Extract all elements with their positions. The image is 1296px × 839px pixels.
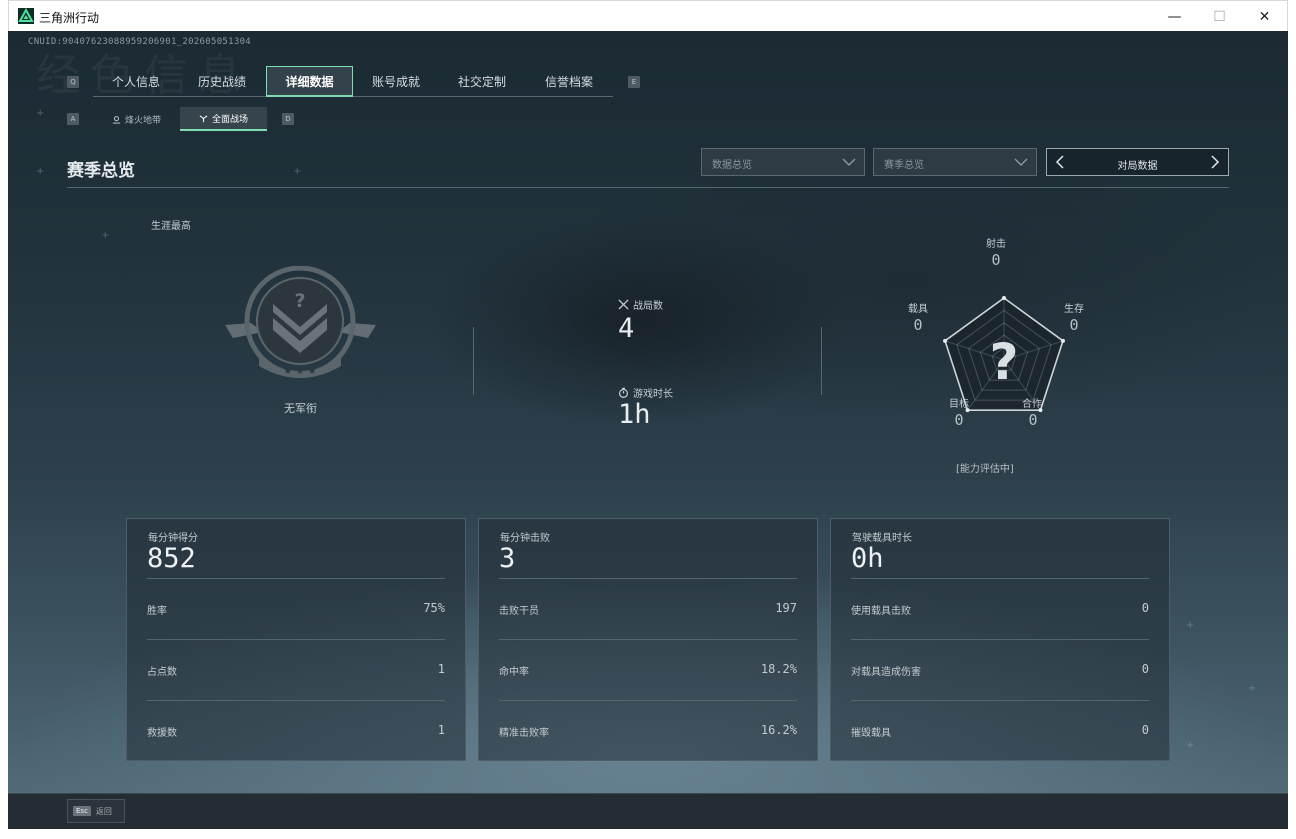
card-row-value: 1: [437, 662, 445, 676]
card-title: 驾驶载具时长: [852, 533, 912, 544]
card-main-value: 852: [147, 543, 196, 574]
game-viewport: 经色信息 CNUID:9040762308895920690​1_2026050…: [8, 31, 1288, 829]
card-row-label: 精准击败率: [499, 728, 549, 739]
card-row-label: 命中率: [499, 667, 529, 678]
card-divider: [147, 700, 445, 701]
radar-value-vehicle: 0: [913, 316, 923, 334]
minimize-button[interactable]: —: [1152, 1, 1197, 32]
card-row-label: 占点数: [147, 667, 177, 678]
card-row-label: 摧毁载具: [851, 728, 891, 739]
radar-vertex-dot: [1060, 338, 1065, 343]
maximize-button[interactable]: ☐: [1197, 1, 1242, 32]
radar-value-objective: 0: [954, 411, 964, 429]
card-divider: [851, 700, 1149, 701]
radar-unknown-mark: ?: [989, 333, 1018, 391]
radar-label-objective: 目标: [949, 399, 969, 410]
radar-label-shooting: 射击: [986, 239, 1006, 250]
app-logo-icon: [18, 8, 34, 24]
ability-eval-note: [能力评估中]: [956, 464, 1014, 475]
card-divider: [499, 639, 797, 640]
card-divider: [147, 578, 445, 579]
card-row-value: 197: [775, 601, 797, 615]
card-divider: [851, 578, 1149, 579]
card-row-label: 使用载具击败: [851, 606, 911, 617]
back-label: 返回: [95, 806, 112, 816]
back-button[interactable]: Esc 返回: [67, 799, 125, 823]
card-title: 每分钟得分: [148, 533, 198, 544]
card-row-value: 1: [437, 723, 445, 737]
card-divider: [499, 578, 797, 579]
esc-key-hint: Esc: [73, 806, 91, 816]
card-title: 每分钟击败: [500, 533, 550, 544]
card-row-label: 胜率: [147, 606, 167, 617]
radar-label-survival: 生存: [1064, 304, 1084, 315]
stat-card-kills: 每分钟击败 3 击败干员 197 命中率 18.2% 精准击败率 16.2%: [478, 518, 818, 761]
card-row-value: 0: [1141, 723, 1149, 737]
window-title: 三角洲行动: [39, 11, 100, 25]
radar-vertex-dot: [943, 338, 948, 343]
stat-card-vehicle: 驾驶载具时长 0h 使用载具击败 0 对载具造成伤害 0 摧毁载具 0: [830, 518, 1170, 761]
radar-label-vehicle: 载具: [908, 304, 928, 315]
radar-value-shooting: 0: [991, 251, 1001, 269]
card-row-label: 救援数: [147, 728, 177, 739]
card-divider: [499, 700, 797, 701]
radar-value-survival: 0: [1069, 316, 1079, 334]
card-row-value: 75%: [423, 601, 445, 615]
card-row-value: 18.2%: [760, 662, 797, 676]
window-titlebar[interactable]: 三角洲行动 — ☐ ✕: [8, 0, 1288, 31]
stat-card-score: 每分钟得分 852 胜率 75% 占点数 1 救援数 1: [126, 518, 466, 761]
card-row-value: 16.2%: [760, 723, 797, 737]
card-main-value: 3: [499, 543, 516, 574]
radar-label-teamwork: 合作: [1022, 399, 1042, 410]
card-row-label: 对载具造成伤害: [851, 667, 921, 678]
card-row-value: 0: [1141, 662, 1149, 676]
card-row-label: 击败干员: [499, 606, 539, 617]
card-divider: [147, 639, 445, 640]
card-main-value: 0h: [851, 543, 884, 574]
card-divider: [851, 639, 1149, 640]
radar-vertex-dot: [1002, 296, 1006, 300]
card-row-value: 0: [1141, 601, 1149, 615]
radar-value-teamwork: 0: [1028, 411, 1038, 429]
bottom-bar: [8, 793, 1288, 829]
close-button[interactable]: ✕: [1242, 1, 1287, 32]
